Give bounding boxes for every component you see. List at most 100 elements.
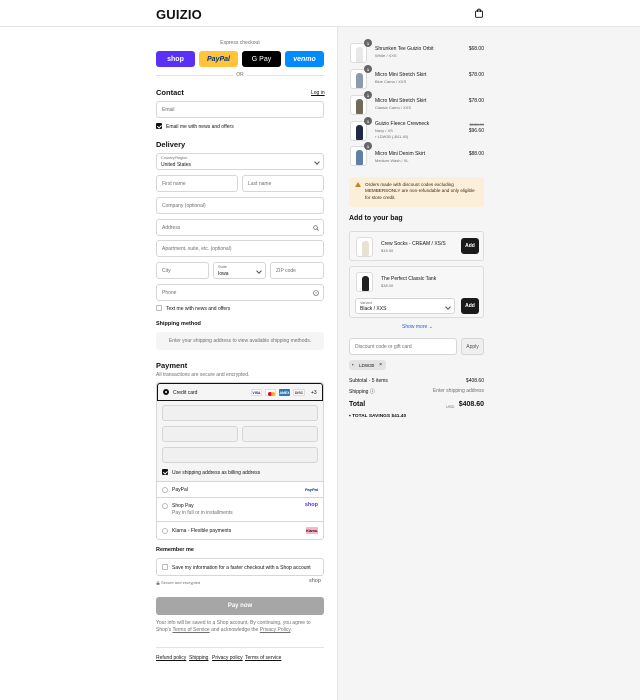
newsletter-checkbox[interactable] — [156, 123, 162, 129]
billing-same-checkbox[interactable] — [162, 469, 168, 475]
refund-policy-link[interactable]: Refund policy — [156, 655, 186, 661]
zip-field[interactable]: ZIP code — [270, 262, 324, 279]
klarna-option[interactable]: Klarna - Flexible payments Klarna. — [157, 521, 323, 539]
cart-item-variant: Classic Camo / XXS — [375, 105, 412, 110]
paypal-option[interactable]: PayPal PayPal — [157, 481, 323, 497]
discount-tag-icon: ⬩ — [352, 362, 354, 367]
chevron-down-icon — [256, 268, 262, 274]
venmo-button[interactable]: venmo — [285, 51, 324, 67]
zip-placeholder: ZIP code — [276, 268, 296, 274]
discount-code-input[interactable]: Discount code or gift card — [349, 338, 457, 355]
variant-label: Variant — [360, 301, 372, 305]
paypal-button[interactable]: PayPal — [199, 51, 238, 67]
remember-me-label: Save my information for a faster checkou… — [172, 565, 311, 571]
pay-now-button[interactable]: Pay now — [156, 597, 324, 615]
company-placeholder: Company (optional) — [162, 203, 206, 209]
google-pay-button[interactable]: G Pay — [242, 51, 281, 67]
shopping-bag-icon[interactable] — [474, 8, 484, 18]
shop-logo-icon: shop — [304, 502, 318, 508]
help-icon[interactable]: ⓘ — [370, 389, 375, 395]
remember-me-checkbox[interactable] — [162, 564, 168, 570]
city-field[interactable]: City — [156, 262, 209, 279]
last-name-field[interactable]: Last name — [242, 175, 324, 192]
payment-subtitle: All transactions are secure and encrypte… — [156, 372, 250, 378]
cart-item-name: Micro Mini Denim Skirt — [375, 151, 426, 157]
klarna-radio[interactable] — [162, 528, 168, 534]
email-field[interactable]: Email — [156, 101, 324, 118]
billing-row: Use shipping address as billing address — [157, 469, 323, 481]
credit-card-radio[interactable] — [163, 389, 169, 395]
legal-text: Your info will be saved to a Shop accoun… — [156, 620, 311, 633]
first-name-field[interactable]: First name — [156, 175, 238, 192]
add-tank-button[interactable]: Add — [461, 298, 479, 314]
show-more-link[interactable]: Show more ⌄ — [402, 324, 433, 330]
apartment-field[interactable]: Apartment, suite, etc. (optional) — [156, 240, 324, 257]
apply-discount-button[interactable]: Apply — [461, 338, 484, 355]
card-security-code-field[interactable] — [242, 426, 318, 442]
cart-item-original-price: $138.00 — [469, 122, 484, 127]
cart-item-variant: White / XXS — [375, 53, 397, 58]
total-label: Total — [349, 401, 366, 408]
brand-logo[interactable]: GUIZIO — [156, 7, 202, 22]
state-value: Iowa — [218, 271, 229, 277]
phone-field[interactable]: Phone ? — [156, 284, 324, 301]
upsell-variant-select[interactable]: Variant Black / XXS — [355, 298, 455, 314]
cart-item-quantity-badge: 1 — [364, 65, 372, 73]
applied-code: LDW30 — [359, 362, 375, 368]
privacy-policy-link[interactable]: Privacy Policy — [260, 627, 291, 633]
express-checkout-label: Express checkout — [220, 40, 260, 46]
cart-item-name: Micro Mini Stretch Skirt — [375, 72, 427, 78]
footer-divider — [156, 647, 324, 648]
discount-code-placeholder: Discount code or gift card — [355, 344, 412, 350]
cart-item-variant: Navy / XS — [375, 128, 393, 133]
card-number-field[interactable] — [162, 405, 318, 421]
company-field[interactable]: Company (optional) — [156, 197, 324, 214]
address-placeholder: Address — [162, 225, 181, 231]
terms-of-service-link[interactable]: Terms of Service — [172, 627, 209, 633]
total-value: $408.60 — [458, 401, 484, 408]
shop-pay-radio[interactable] — [162, 503, 168, 509]
upsell-item: Crew Socks - CREAM / XS/S $15.00 Add — [349, 231, 484, 261]
billing-same-label: Use shipping address as billing address — [172, 470, 261, 476]
cart-item-price: $68.00 — [468, 46, 484, 52]
cart-item-quantity-badge: 1 — [364, 91, 372, 99]
shipping-method-placeholder-box: Enter your shipping address to view avai… — [156, 332, 324, 350]
paypal-radio[interactable] — [162, 487, 168, 493]
mastercard-icon — [265, 389, 276, 396]
help-icon[interactable]: ? — [313, 290, 319, 296]
chevron-down-icon: ⌄ — [428, 324, 433, 330]
chevron-down-icon — [445, 304, 451, 310]
login-link[interactable]: Log in — [311, 90, 325, 96]
shop-footer-logo-icon: shop — [309, 578, 321, 584]
remember-me-box[interactable]: Save my information for a faster checkou… — [156, 558, 324, 576]
card-name-field[interactable] — [162, 447, 318, 463]
cart-item-price: $88.00 — [468, 151, 484, 157]
text-me-checkbox[interactable] — [156, 305, 162, 311]
add-socks-button[interactable]: Add — [461, 238, 479, 254]
shipping-method-placeholder: Enter your shipping address to view avai… — [168, 338, 312, 344]
cart-item-variant: Medium Wash / XL — [375, 158, 409, 163]
terms-of-service-footer-link[interactable]: Terms of service — [245, 655, 281, 661]
amex-icon: AMEX — [279, 389, 290, 396]
payment-title: Payment — [156, 361, 188, 370]
cart-item-name: Micro Mini Stretch Skirt — [375, 98, 427, 104]
remove-discount-icon[interactable]: × — [379, 362, 382, 368]
shop-pay-option[interactable]: Shop Pay Pay in full or in installments … — [157, 497, 323, 521]
add-to-bag-title: Add to your bag — [349, 215, 403, 222]
card-expiry-field[interactable] — [162, 426, 238, 442]
secure-label: Secure and encrypted — [161, 580, 201, 585]
country-select[interactable]: Country/Region United States — [156, 153, 324, 170]
country-value: United States — [161, 162, 192, 168]
country-label: Country/Region — [161, 156, 188, 160]
total-savings: ⬩ TOTAL SAVINGS $41.40 — [349, 414, 407, 419]
lock-icon — [156, 581, 160, 585]
address-field[interactable]: Address — [156, 219, 324, 236]
privacy-policy-footer-link[interactable]: Privacy policy — [212, 655, 243, 661]
shipping-label: Shipping ⓘ — [349, 389, 375, 395]
credit-card-option[interactable]: Credit card VISA AMEX DISC +3 — [157, 383, 323, 401]
cart-item-name: Shrunken Tee Guizio Orbit — [375, 46, 434, 52]
klarna-label: Klarna - Flexible payments — [172, 528, 232, 534]
shop-pay-button[interactable]: shop — [156, 51, 195, 67]
state-select[interactable]: State Iowa — [213, 262, 266, 279]
shipping-policy-link[interactable]: Shipping — [189, 655, 208, 661]
